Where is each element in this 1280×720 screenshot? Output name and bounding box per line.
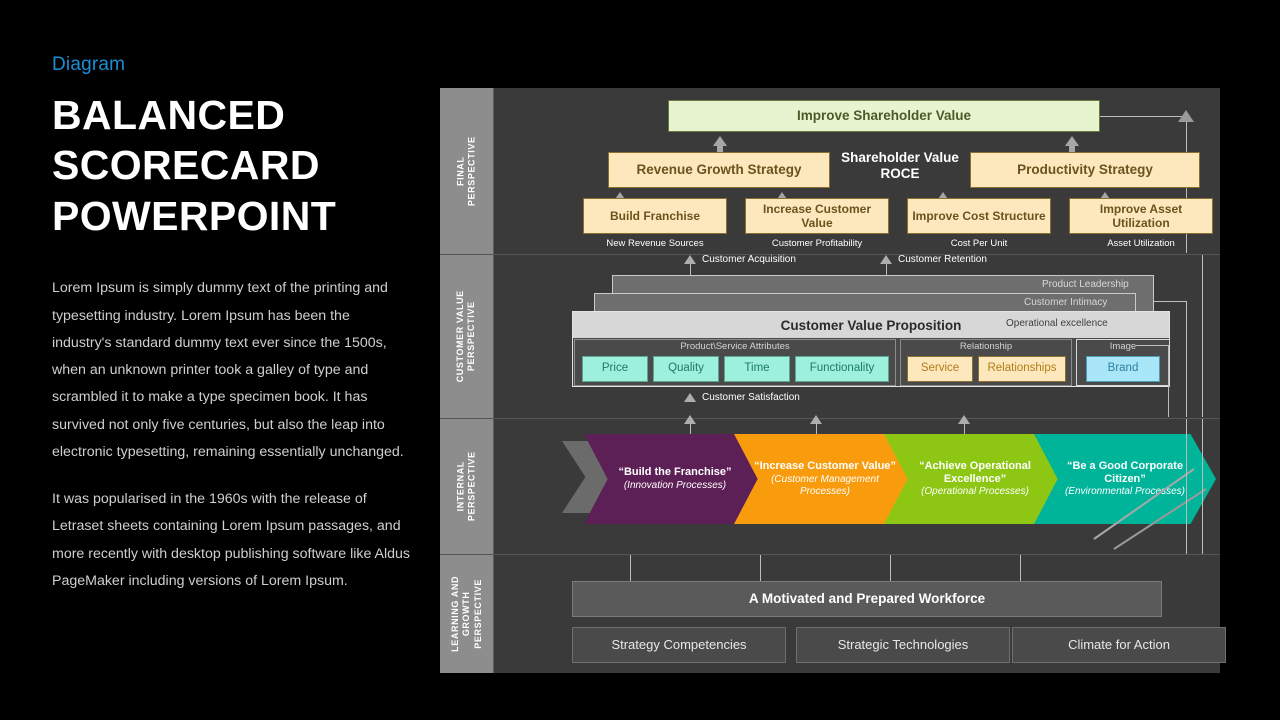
layer-product-leadership-label: Product Leadership	[1042, 279, 1129, 290]
attribute-functionality-label: Functionality	[809, 362, 875, 375]
group-image-label: Image	[1109, 341, 1137, 352]
intro-panel: Diagram BALANCED SCORECARD POWERPOINT Lo…	[52, 54, 412, 595]
title-line-1: BALANCED	[52, 92, 286, 138]
row-customer-value-perspective: CUSTOMER VALUE PERSPECTIVE Customer Acqu…	[440, 254, 1220, 418]
enabler-strategy-competencies-label: Strategy Competencies	[611, 637, 747, 653]
row-label-line-2: GROWTH	[460, 591, 471, 637]
caption-cost-per-unit: Cost Per Unit	[950, 238, 1008, 249]
objective-improve-cost-structure[interactable]: Improve Cost Structure	[907, 198, 1051, 234]
body-copy: Lorem Ipsum is simply dummy text of the …	[52, 275, 412, 595]
row-label-internal-perspective: INTERNAL PERSPECTIVE	[440, 419, 494, 554]
metric-line-2: ROCE	[880, 166, 920, 182]
strategy-revenue-growth-label: Revenue Growth Strategy	[636, 162, 802, 178]
relationship-relationships-label: Relationships	[987, 362, 1057, 375]
row-customer-body: Customer Acquisition Customer Retention …	[494, 254, 1220, 418]
row-label-customer-value-perspective: CUSTOMER VALUE PERSPECTIVE	[440, 255, 494, 418]
layer-customer-intimacy-label: Customer Intimacy	[1024, 297, 1108, 308]
attribute-quality-label: Quality	[668, 362, 704, 375]
title-line-2: SCORECARD	[52, 142, 320, 189]
enabler-strategic-technologies[interactable]: Strategic Technologies	[796, 627, 1010, 663]
image-brand[interactable]: Brand	[1086, 356, 1160, 382]
attribute-time-label: Time	[744, 362, 770, 375]
connector-right-vertical-6	[1202, 419, 1203, 554]
image-brand-label: Brand	[1107, 362, 1139, 375]
label-customer-satisfaction: Customer Satisfaction	[702, 392, 800, 403]
objective-increase-customer-value[interactable]: Increase Customer Value	[745, 198, 889, 234]
enabler-strategic-technologies-label: Strategic Technologies	[837, 637, 969, 653]
arrow-customer-satisfaction	[684, 393, 696, 402]
label-customer-retention: Customer Retention	[898, 254, 987, 265]
objective-improve-asset-utilization[interactable]: Improve Asset Utilization	[1069, 198, 1213, 234]
arrow-customer-retention	[880, 255, 892, 264]
row-label-line-2: PERSPECTIVE	[466, 451, 477, 522]
row-label-line-2: PERSPECTIVE	[466, 301, 477, 372]
metric-shareholder-value-roce: Shareholder Value ROCE	[830, 150, 970, 182]
banner-motivated-prepared-workforce[interactable]: A Motivated and Prepared Workforce	[572, 581, 1162, 617]
connector-right-vertical-5	[1186, 419, 1187, 554]
label-customer-acquisition: Customer Acquisition	[702, 254, 796, 265]
internal-feedback-connectors	[1093, 468, 1207, 550]
caption-asset-utilization: Asset Utilization	[1107, 238, 1175, 249]
objective-improve-asset-utilization-label: Improve Asset Utilization	[1099, 201, 1183, 230]
objective-improve-cost-structure-label: Improve Cost Structure	[912, 208, 1046, 223]
title-line-3: POWERPOINT	[52, 192, 337, 239]
strategy-revenue-growth[interactable]: Revenue Growth Strategy	[608, 152, 830, 188]
row-learning-body: A Motivated and Prepared Workforce Strat…	[494, 555, 1226, 673]
row-label-line-3: PERSPECTIVE	[472, 579, 483, 649]
connector-right-horizontal	[1096, 116, 1187, 117]
banner-motivated-prepared-workforce-label: A Motivated and Prepared Workforce	[748, 591, 986, 607]
connector-arrow-up-right	[1178, 110, 1194, 122]
group-relationship-label: Relationship	[959, 341, 1013, 352]
paragraph-1: Lorem Ipsum is simply dummy text of the …	[52, 280, 404, 460]
row-label-final-perspective: FINAL PERSPECTIVE	[440, 88, 494, 254]
row-final-body: Improve Shareholder Value Revenue Growth…	[494, 88, 1220, 254]
connector-right-vertical-3	[1168, 345, 1169, 417]
attribute-functionality[interactable]: Functionality	[795, 356, 889, 382]
strategy-productivity-label: Productivity Strategy	[1017, 162, 1153, 178]
objective-increase-customer-value-label: Increase Customer Value	[762, 201, 872, 230]
row-internal-perspective: INTERNAL PERSPECTIVE “Build the Franchis…	[440, 415, 1220, 554]
attribute-time[interactable]: Time	[724, 356, 790, 382]
row-label-line-1: CUSTOMER VALUE	[455, 290, 466, 383]
balanced-scorecard-diagram: FINAL PERSPECTIVE Improve Shareholder Va…	[440, 88, 1226, 673]
objective-improve-shareholder-value-label: Improve Shareholder Value	[796, 108, 972, 124]
row-label-line-1: LEARNING AND	[449, 576, 460, 652]
attribute-quality[interactable]: Quality	[653, 356, 719, 382]
category-kicker: Diagram	[52, 54, 126, 75]
strategy-productivity[interactable]: Productivity Strategy	[970, 152, 1200, 188]
group-product-service-attributes-label: Product\Service Attributes	[680, 341, 790, 352]
objective-build-franchise-label: Build Franchise	[609, 208, 701, 223]
row-learning-growth-perspective: LEARNING AND GROWTH PERSPECTIVE A Motiva…	[440, 555, 1226, 673]
attribute-price[interactable]: Price	[582, 356, 648, 382]
paragraph-2: It was popularised in the 1960s with the…	[52, 491, 411, 589]
enabler-climate-for-action[interactable]: Climate for Action	[1012, 627, 1226, 663]
caption-customer-profitability: Customer Profitability	[771, 238, 863, 249]
connector-right-vertical-2	[1186, 301, 1187, 417]
attribute-price-label: Price	[601, 362, 629, 375]
label-operational-excellence: Operational excellence	[1006, 318, 1108, 329]
row-label-learning-growth-perspective: LEARNING AND GROWTH PERSPECTIVE	[440, 555, 494, 673]
enabler-climate-for-action-label: Climate for Action	[1068, 637, 1170, 653]
row-label-line-1: FINAL	[455, 156, 466, 186]
relationship-service-label: Service	[920, 362, 960, 375]
enabler-strategy-competencies[interactable]: Strategy Competencies	[572, 627, 786, 663]
connector-product-leadership-right	[1154, 301, 1186, 302]
row-internal-body: “Build the Franchise” (Innovation Proces…	[494, 415, 1220, 554]
relationship-service[interactable]: Service	[907, 356, 973, 382]
caption-new-revenue-sources: New Revenue Sources	[606, 238, 704, 249]
connector-customer-intimacy-right	[1136, 345, 1168, 346]
row-label-line-1: INTERNAL	[455, 461, 466, 512]
objective-improve-shareholder-value[interactable]: Improve Shareholder Value	[668, 100, 1100, 132]
arrow-customer-acquisition	[684, 255, 696, 264]
customer-value-proposition-title: Customer Value Proposition	[780, 317, 962, 333]
page-title: BALANCED SCORECARD POWERPOINT	[52, 90, 412, 241]
objective-build-franchise[interactable]: Build Franchise	[583, 198, 727, 234]
connector-right-vertical-4	[1202, 255, 1203, 417]
relationship-relationships[interactable]: Relationships	[978, 356, 1066, 382]
metric-line-1: Shareholder Value	[841, 150, 959, 165]
row-label-line-2: PERSPECTIVE	[466, 136, 477, 206]
row-final-perspective: FINAL PERSPECTIVE Improve Shareholder Va…	[440, 88, 1220, 254]
